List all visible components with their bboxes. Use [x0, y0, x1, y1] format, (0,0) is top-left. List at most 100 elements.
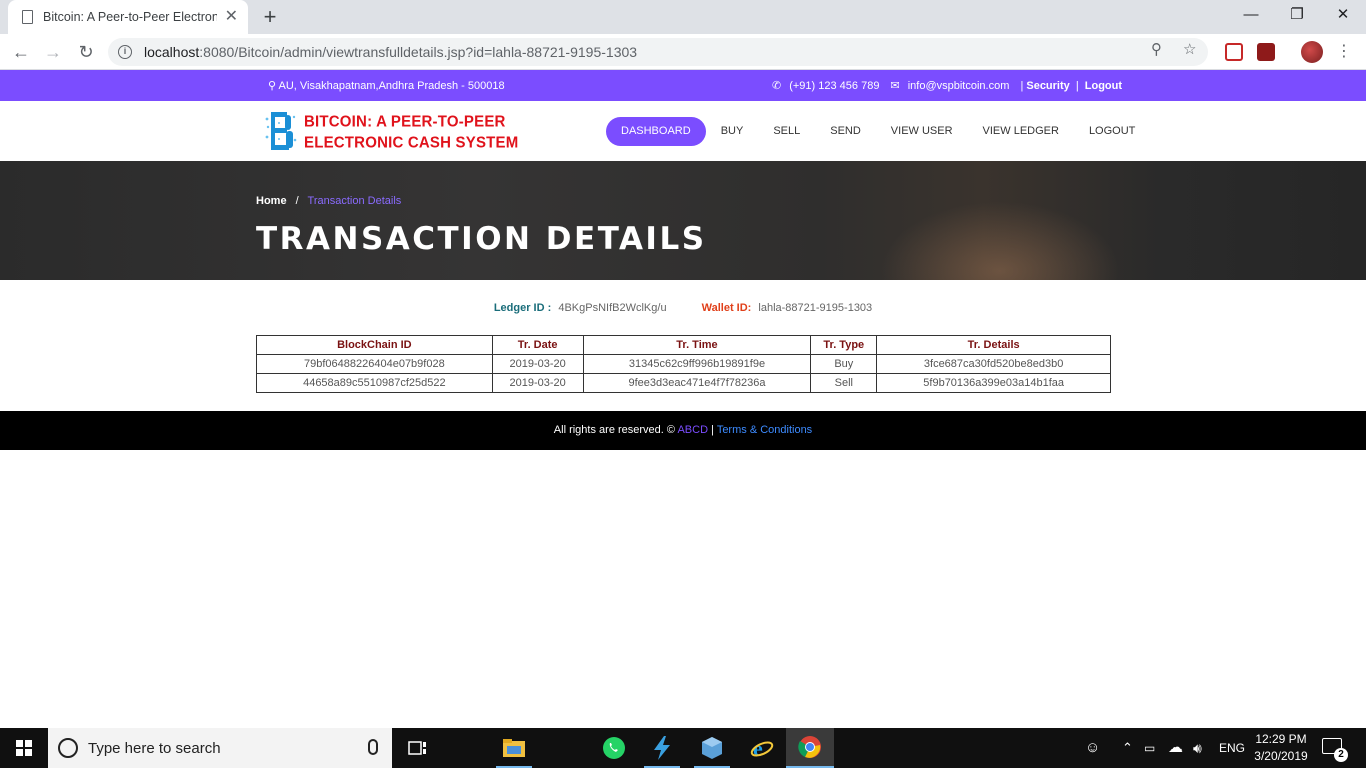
- show-hidden-icons-chevron-up-icon[interactable]: ⌃: [1122, 728, 1133, 768]
- profile-avatar[interactable]: [1301, 41, 1323, 63]
- breadcrumb: Home / Transaction Details: [256, 195, 402, 207]
- cortana-icon: [58, 738, 78, 758]
- address-bar[interactable]: i localhost:8080/Bitcoin/admin/viewtrans…: [108, 38, 1208, 66]
- taskbar-clock[interactable]: 12:29 PM 3/20/2019: [1250, 731, 1312, 765]
- blockchain-id-cell: 79bf06488226404e07b9f028: [256, 354, 493, 374]
- network-cloud-icon[interactable]: ☁: [1168, 728, 1183, 768]
- taskbar-search[interactable]: Type here to search: [48, 728, 392, 768]
- input-language[interactable]: ENG: [1219, 728, 1245, 768]
- url-text[interactable]: localhost:8080/Bitcoin/admin/viewtransfu…: [144, 44, 637, 60]
- column-header: Tr. Details: [876, 335, 1111, 355]
- close-window-icon[interactable]: ✕: [1320, 0, 1366, 30]
- internet-explorer-icon[interactable]: e: [738, 728, 786, 768]
- forward-icon[interactable]: →: [40, 39, 66, 65]
- date-cell: 2019-03-20: [491, 354, 584, 374]
- bookmark-star-icon[interactable]: ☆: [1183, 40, 1196, 58]
- windows-taskbar: Type here to search e ☺ ⌃ ▭ ☁ 🔊︎ ENG 12:…: [0, 728, 1366, 768]
- nav-sell[interactable]: SELL: [758, 117, 815, 146]
- phone-icon: ✆: [772, 80, 782, 92]
- table-row: 79bf06488226404e07b9f028 2019-03-20 3134…: [256, 354, 1111, 374]
- details-cell: 5f9b70136a399e03a14b1faa: [876, 373, 1111, 393]
- column-header: Tr. Type: [810, 335, 878, 355]
- pocket-extension-icon[interactable]: [1225, 43, 1243, 61]
- chrome-icon[interactable]: [786, 728, 834, 768]
- new-tab-button[interactable]: +: [258, 5, 282, 29]
- blockchain-id-cell: 44658a89c5510987cf25d522: [256, 373, 493, 393]
- contact-info: ✆ (+91) 123 456 789 ✉ info@vspbitcoin.com …: [772, 80, 1123, 92]
- microphone-icon[interactable]: [368, 739, 378, 755]
- minimize-icon[interactable]: —: [1228, 0, 1274, 30]
- page-icon: [22, 10, 33, 24]
- clock-date: 3/20/2019: [1254, 749, 1308, 763]
- browser-tab-strip: Bitcoin: A Peer-to-Peer Electronic ✕ + —…: [0, 0, 1366, 34]
- task-view-icon[interactable]: [394, 728, 442, 768]
- file-explorer-icon[interactable]: [490, 728, 538, 768]
- type-cell: Buy: [810, 354, 878, 374]
- column-header: BlockChain ID: [256, 335, 493, 355]
- restore-icon[interactable]: ❐: [1274, 0, 1320, 30]
- virtualbox-icon[interactable]: [688, 728, 736, 768]
- ledger-id-value: 4BKgPsNIfB2WclKg/u: [558, 302, 667, 314]
- email-link[interactable]: info@vspbitcoin.com: [908, 80, 1010, 92]
- reload-icon[interactable]: ↻: [73, 39, 99, 65]
- site-logo-text[interactable]: BITCOIN: A PEER-TO-PEER ELECTRONIC CASH …: [304, 112, 518, 154]
- volume-icon[interactable]: 🔊︎: [1193, 728, 1202, 768]
- clock-time: 12:29 PM: [1255, 732, 1307, 746]
- address-info: ⚲ AU, Visakhapatnam,Andhra Pradesh - 500…: [268, 80, 505, 92]
- footer-brand-link[interactable]: ABCD: [677, 424, 708, 436]
- copyright-text: All rights are reserved. ©: [553, 424, 676, 436]
- breadcrumb-current: Transaction Details: [307, 195, 402, 207]
- zoom-icon[interactable]: ⚲: [1151, 40, 1162, 58]
- table-row: 44658a89c5510987cf25d522 2019-03-20 9fee…: [256, 373, 1111, 393]
- whatsapp-icon[interactable]: [590, 728, 638, 768]
- ublock-extension-icon[interactable]: [1257, 43, 1275, 61]
- terms-link[interactable]: Terms & Conditions: [717, 424, 812, 436]
- nav-logout[interactable]: LOGOUT: [1074, 117, 1150, 146]
- tab-title: Bitcoin: A Peer-to-Peer Electronic: [43, 10, 217, 24]
- site-footer: All rights are reserved. © ABCD | Terms …: [0, 411, 1366, 450]
- people-icon[interactable]: ☺: [1085, 728, 1100, 768]
- main-nav: DASHBOARD BUY SELL SEND VIEW USER VIEW L…: [606, 117, 1150, 146]
- thunder-app-icon[interactable]: [638, 728, 686, 768]
- transactions-table: BlockChain ID Tr. Date Tr. Time Tr. Type…: [256, 335, 1111, 393]
- column-header: Tr. Date: [491, 335, 584, 355]
- nav-send[interactable]: SEND: [815, 117, 876, 146]
- site-header: BITCOIN: A PEER-TO-PEER ELECTRONIC CASH …: [0, 101, 1366, 161]
- breadcrumb-home[interactable]: Home: [256, 195, 287, 207]
- details-cell: 3fce687ca30fd520be8ed3b0: [876, 354, 1111, 374]
- column-header: Tr. Time: [582, 335, 812, 355]
- battery-icon[interactable]: ▭: [1144, 728, 1155, 768]
- wallet-id-label: Wallet ID:: [701, 302, 752, 314]
- table-header-row: BlockChain ID Tr. Date Tr. Time Tr. Type…: [256, 335, 1111, 355]
- wallet-id-value: lahla-88721-9195-1303: [758, 302, 873, 314]
- account-ids: Ledger ID : 4BKgPsNIfB2WclKg/u Wallet ID…: [0, 302, 1366, 314]
- nav-view-user[interactable]: VIEW USER: [876, 117, 968, 146]
- back-icon[interactable]: ←: [8, 39, 34, 65]
- bitcoin-logo-icon[interactable]: [265, 109, 297, 153]
- page-banner: Home / Transaction Details TRANSACTION D…: [0, 161, 1366, 280]
- notification-badge: 2: [1334, 748, 1348, 762]
- type-cell: Sell: [810, 373, 878, 393]
- nav-view-ledger[interactable]: VIEW LEDGER: [968, 117, 1074, 146]
- page-title: TRANSACTION DETAILS: [256, 221, 707, 257]
- ledger-id-label: Ledger ID :: [493, 302, 552, 314]
- start-button[interactable]: [0, 728, 48, 768]
- search-placeholder: Type here to search: [88, 739, 221, 757]
- browser-toolbar: ← → ↻ i localhost:8080/Bitcoin/admin/vie…: [0, 34, 1366, 70]
- close-tab-icon[interactable]: ✕: [225, 9, 238, 25]
- site-info-icon[interactable]: i: [118, 45, 132, 59]
- browser-menu-icon[interactable]: ⋮: [1336, 42, 1352, 62]
- site-contact-bar: ⚲ AU, Visakhapatnam,Andhra Pradesh - 500…: [0, 70, 1366, 101]
- windows-logo-icon: [16, 740, 32, 756]
- mail-icon: ✉: [890, 80, 900, 92]
- date-cell: 2019-03-20: [491, 373, 584, 393]
- browser-tab[interactable]: Bitcoin: A Peer-to-Peer Electronic ✕: [8, 0, 248, 34]
- banner-background-image: [880, 201, 1120, 280]
- nav-buy[interactable]: BUY: [706, 117, 759, 146]
- time-cell: 31345c62c9ff996b19891f9e: [582, 354, 812, 374]
- logout-link-top[interactable]: Logout: [1085, 80, 1122, 92]
- time-cell: 9fee3d3eac471e4f7f78236a: [582, 373, 812, 393]
- phone-number: (+91) 123 456 789: [789, 80, 880, 92]
- security-link[interactable]: Security: [1026, 80, 1069, 92]
- nav-dashboard[interactable]: DASHBOARD: [606, 117, 706, 146]
